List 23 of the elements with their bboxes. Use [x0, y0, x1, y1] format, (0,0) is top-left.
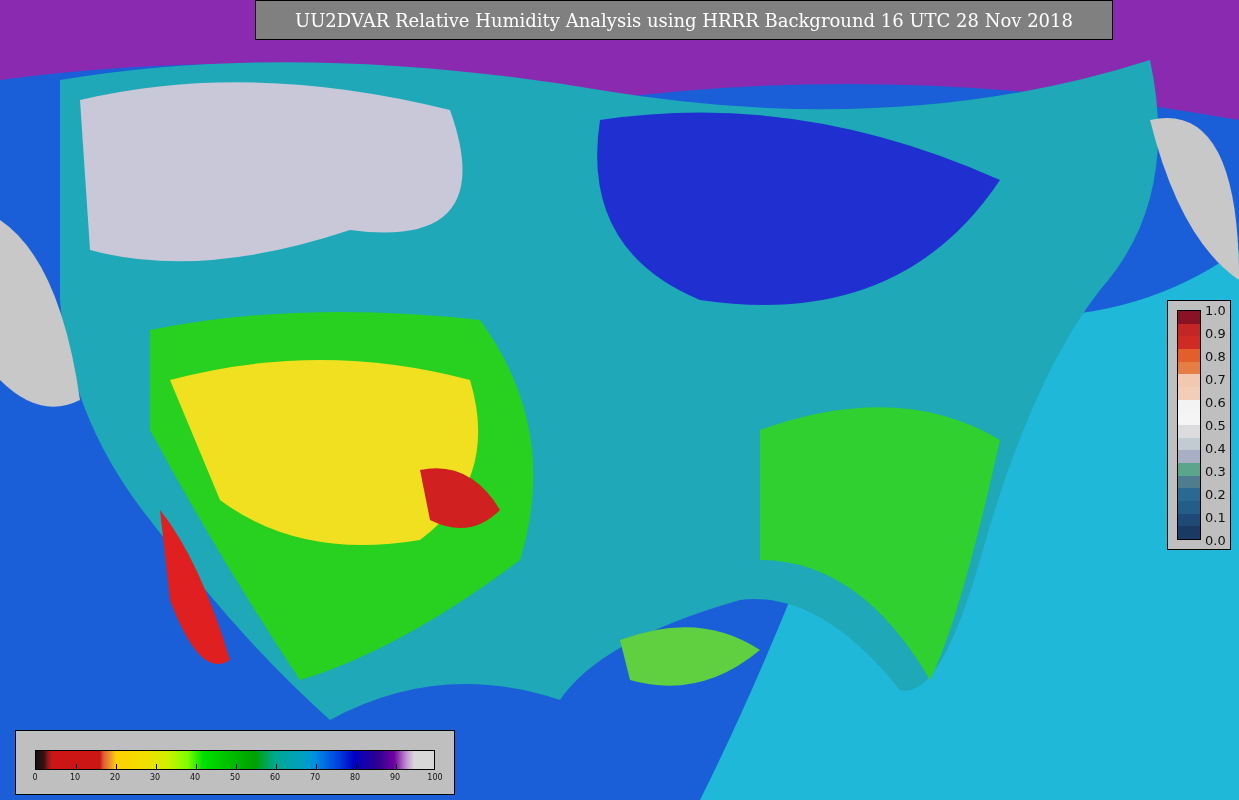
tick-label: 20: [108, 773, 122, 782]
tick-label: 0.2: [1205, 485, 1226, 504]
tick-label: 1.0: [1205, 301, 1226, 320]
tick-label: 60: [268, 773, 282, 782]
tick-label: 30: [148, 773, 162, 782]
tick-label: 10: [68, 773, 82, 782]
tick-label: 0.7: [1205, 370, 1226, 389]
tick-label: 50: [228, 773, 242, 782]
tick-label: 0.5: [1205, 416, 1226, 435]
tick-label: 0.6: [1205, 393, 1226, 412]
tick-label: 0.8: [1205, 347, 1226, 366]
tick-label: 40: [188, 773, 202, 782]
tick-label: 0: [31, 773, 39, 782]
tick-label: 90: [388, 773, 402, 782]
tick-label: 70: [308, 773, 322, 782]
tick-label: 0.1: [1205, 508, 1226, 527]
tick-label: 0.9: [1205, 324, 1226, 343]
map-title: UU2DVAR Relative Humidity Analysis using HRRR Background 16 UTC 28 Nov 2018: [255, 0, 1113, 40]
tick-label: 100: [426, 773, 444, 782]
tick-label: 0.4: [1205, 439, 1226, 458]
tick-label: 80: [348, 773, 362, 782]
tick-label: 0.3: [1205, 462, 1226, 481]
tick-label: 0.0: [1205, 531, 1226, 550]
